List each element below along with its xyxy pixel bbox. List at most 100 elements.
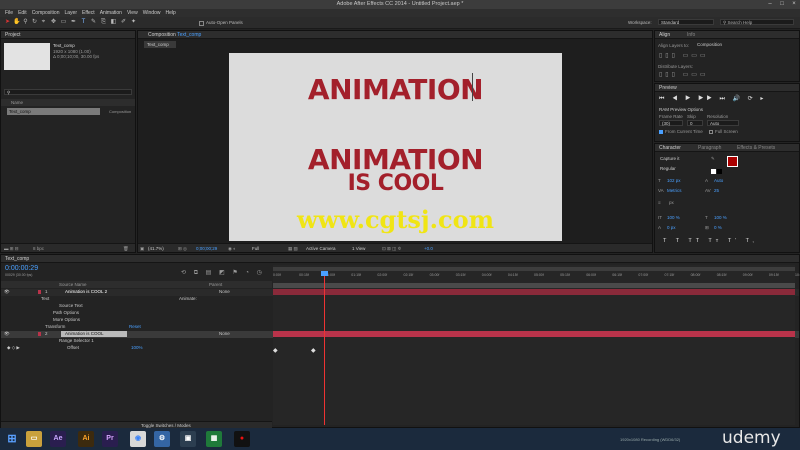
menu-window[interactable]: Window	[143, 9, 161, 17]
zoom-tool-icon[interactable]: ⚲	[22, 19, 29, 26]
zoom-select[interactable]: (41.7%)	[148, 246, 164, 251]
illustrator-taskbar-icon[interactable]: Ai	[78, 431, 94, 447]
distribute-icons[interactable]: ▯▯▯ ▭▭▭	[659, 71, 709, 78]
trash-icon[interactable]: 🗑	[123, 246, 129, 252]
timeline-switches-icons[interactable]: ⟲ ⧉ ▤ ◩ ⚑ ◔ ◷	[181, 269, 265, 277]
menu-animation[interactable]: Animation	[100, 9, 122, 17]
clone-stamp-tool-icon[interactable]: ⎘	[100, 19, 107, 26]
resolution-select[interactable]: Full	[252, 246, 259, 251]
resolution-select[interactable]: Auto	[707, 120, 739, 126]
tab-composition[interactable]: Composition Text_comp	[148, 32, 201, 38]
menu-composition[interactable]: Composition	[32, 9, 60, 17]
menu-help[interactable]: Help	[165, 9, 175, 17]
file-explorer-icon[interactable]: ▭	[26, 431, 42, 447]
menu-view[interactable]: View	[127, 9, 138, 17]
layer-name[interactable]: Animation is COOL	[65, 331, 104, 338]
playhead-handle[interactable]	[321, 271, 328, 276]
new-folder-icon[interactable]: ▬ ⊞ ⊟	[4, 246, 19, 252]
tab-timeline-comp[interactable]: Text_comp	[5, 256, 29, 262]
label-color[interactable]	[38, 332, 41, 336]
keyframe-end[interactable]: ◆	[311, 347, 316, 354]
fill-color-swatch[interactable]	[727, 156, 738, 167]
eyedropper-icon[interactable]: ✎	[711, 156, 715, 162]
roto-brush-tool-icon[interactable]: ✐	[120, 19, 127, 26]
tsume-value[interactable]: 0 %	[714, 225, 722, 230]
eye-icon[interactable]: 👁	[4, 331, 10, 338]
black-swatch[interactable]	[717, 169, 722, 174]
frame-rate-select[interactable]: (30)	[659, 120, 683, 126]
label-color[interactable]	[38, 290, 41, 294]
playhead[interactable]	[324, 271, 325, 425]
search-help-input[interactable]: ⚲ Search Help	[720, 19, 794, 25]
keyframe-nav-icon[interactable]: ◆ ◇ ▶	[7, 345, 20, 352]
leading-value[interactable]: Auto	[714, 178, 723, 183]
camera-tool-icon[interactable]: ⌖	[40, 19, 47, 26]
brush-tool-icon[interactable]: ✎	[90, 19, 97, 26]
align-to-select[interactable]: Composition	[695, 42, 739, 48]
eye-icon[interactable]: 👁	[4, 289, 10, 296]
timeline-scrollbar[interactable]	[273, 283, 795, 288]
text-layer-animation[interactable]: ANIMATION	[229, 73, 562, 106]
close-icon[interactable]: ×	[788, 1, 800, 8]
kerning-value[interactable]: Metrics	[667, 188, 682, 193]
font-style-select[interactable]: Regular	[658, 166, 708, 172]
tab-preview[interactable]: Preview	[659, 85, 677, 91]
rotate-tool-icon[interactable]: ↻	[31, 19, 38, 26]
record-icon[interactable]: ●	[234, 431, 250, 447]
animate-label[interactable]: Animate:	[179, 296, 197, 303]
type-tool-icon[interactable]: T	[80, 19, 87, 26]
layer-bar-1[interactable]	[273, 289, 795, 295]
chrome-icon[interactable]: ◉	[130, 431, 146, 447]
text-layer-line3[interactable]: IS COOL	[229, 171, 562, 196]
project-search-input[interactable]: ⚲	[4, 89, 132, 95]
eraser-tool-icon[interactable]: ◧	[110, 19, 117, 26]
premiere-taskbar-icon[interactable]: Pr	[102, 431, 118, 447]
align-icons[interactable]: ▯▯▯ ▭▭▭	[659, 52, 709, 59]
reset-link[interactable]: Reset	[129, 324, 141, 331]
tab-character[interactable]: Character	[659, 145, 681, 151]
auto-open-checkbox[interactable]	[199, 21, 204, 26]
stroke-width-value[interactable]: px	[669, 200, 674, 205]
app-icon[interactable]: ▣	[180, 431, 196, 447]
pen-tool-icon[interactable]: ✒	[70, 19, 77, 26]
camera-select[interactable]: Active Camera	[306, 246, 336, 251]
start-button-icon[interactable]: ⊞	[4, 431, 20, 447]
parent-select[interactable]: None	[219, 331, 230, 338]
tab-effects-presets[interactable]: Effects & Presets	[737, 145, 775, 151]
menu-edit[interactable]: Edit	[18, 9, 27, 17]
tab-align[interactable]: Align	[659, 32, 670, 38]
workspace-select[interactable]: Standard	[658, 19, 714, 25]
tab-info[interactable]: Info	[687, 32, 695, 38]
views-select[interactable]: 1 View	[352, 246, 365, 251]
comp-subtab[interactable]: Text_comp	[144, 41, 176, 48]
parent-select[interactable]: None	[219, 289, 230, 296]
baseline-shift-value[interactable]: 0 px	[667, 225, 676, 230]
pan-behind-tool-icon[interactable]: ✥	[50, 19, 57, 26]
from-current-checkbox[interactable]	[659, 130, 663, 134]
offset-value[interactable]: 100%	[131, 345, 143, 352]
maximize-icon[interactable]: □	[776, 1, 788, 8]
after-effects-taskbar-icon[interactable]: Ae	[50, 431, 66, 447]
bpc-label[interactable]: 8 bpc	[33, 246, 44, 251]
region-icon[interactable]: ▦ ▧	[288, 246, 298, 252]
puppet-pin-tool-icon[interactable]: ✦	[130, 19, 137, 26]
keyframe-start[interactable]: ◆	[273, 347, 278, 354]
timeline-current-time[interactable]: 0:00:00:29	[5, 265, 38, 272]
horizontal-scale-value[interactable]: 100 %	[714, 215, 727, 220]
tracking-value[interactable]: 25	[714, 188, 719, 193]
menu-file[interactable]: File	[5, 9, 13, 17]
hand-tool-icon[interactable]: ✋	[13, 19, 20, 26]
project-item[interactable]: Text_comp	[7, 108, 100, 115]
menu-effect[interactable]: Effect	[82, 9, 95, 17]
rectangle-tool-icon[interactable]: ▭	[60, 19, 67, 26]
ram-preview-options[interactable]: RAM Preview Options	[659, 107, 703, 112]
font-size-value[interactable]: 102 px	[667, 178, 681, 183]
minimize-icon[interactable]: –	[764, 1, 776, 8]
font-family-select[interactable]: Capture it	[658, 156, 708, 162]
skip-input[interactable]: 0	[687, 120, 703, 126]
timeline-track-area[interactable]: 0:00f 00:15f 01:00f 01:15f 02:00f 02:15f 03:00…	[273, 265, 800, 425]
work-area-bar[interactable]	[273, 267, 795, 271]
current-time[interactable]: 0;00;00;29	[196, 246, 217, 251]
always-preview-icon[interactable]: ▣	[140, 246, 144, 252]
comp-canvas[interactable]: ANIMATION ANIMATION IS COOL www.cgtsj.co…	[229, 53, 562, 241]
